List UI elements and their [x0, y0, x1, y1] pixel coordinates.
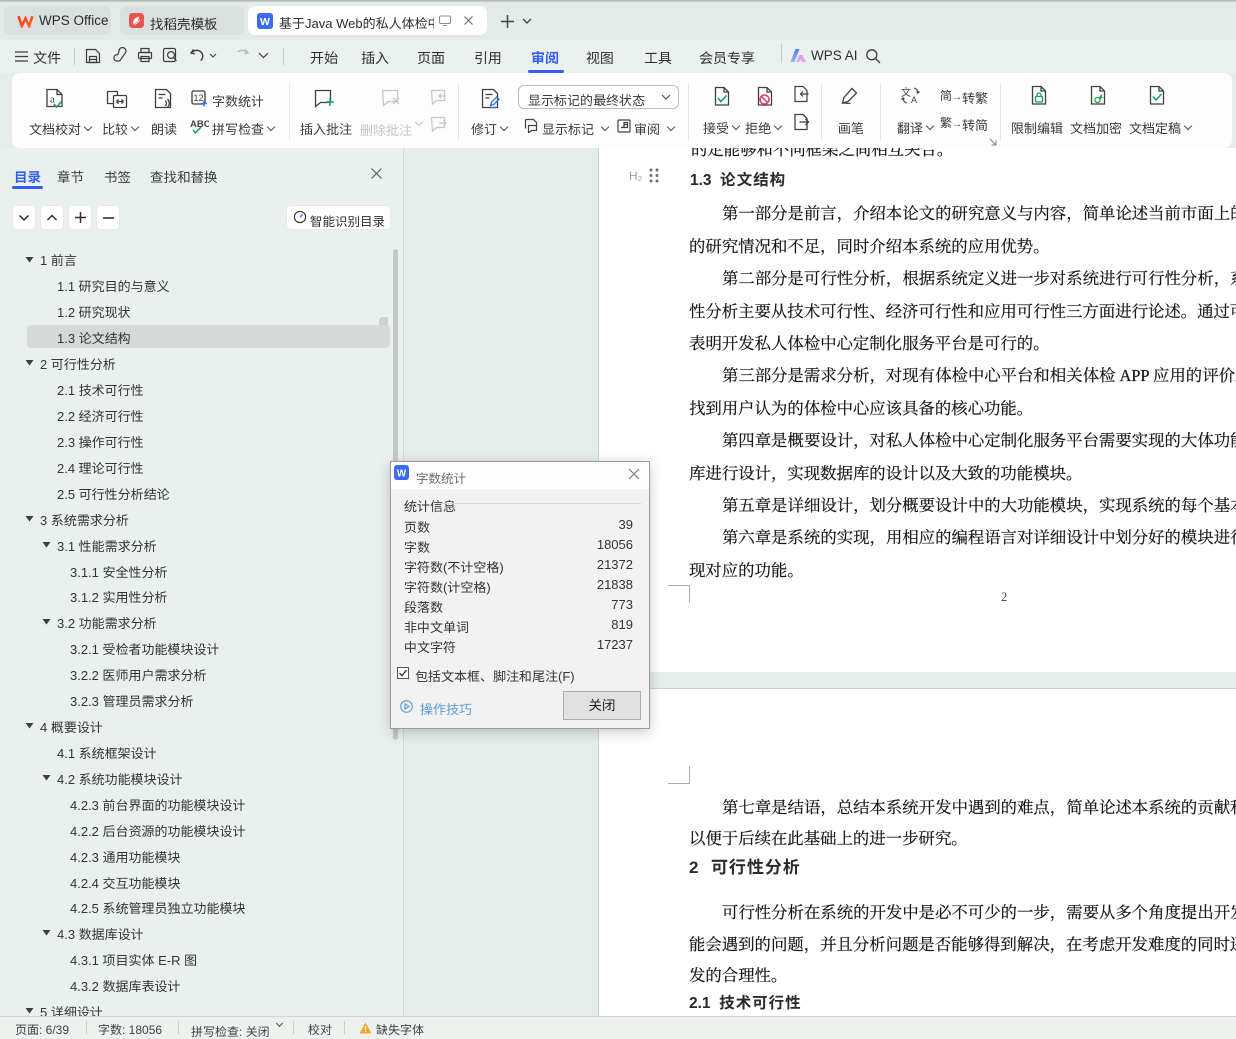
svg-text:W: W: [260, 16, 270, 28]
svg-text:12: 12: [193, 93, 203, 103]
svg-text:A: A: [911, 95, 917, 105]
svg-text:a: a: [50, 94, 55, 106]
svg-text:文: 文: [901, 86, 911, 99]
svg-text:W: W: [397, 469, 407, 480]
